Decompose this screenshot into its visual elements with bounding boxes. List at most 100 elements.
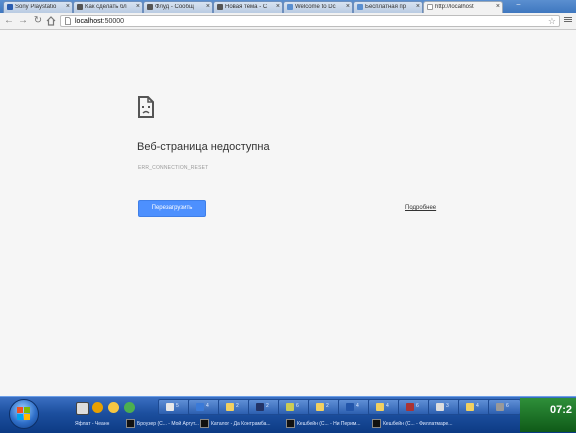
cmd-window-icon (200, 419, 209, 429)
taskbar-group-button[interactable]: 6 (488, 399, 521, 415)
taskbar-window-item[interactable]: Броузер (С... - Мой Аргут... (126, 418, 199, 430)
app-icon (256, 403, 264, 411)
taskbar-group-button[interactable]: 6 (278, 399, 311, 415)
cmd-window-icon (372, 419, 381, 429)
app-icon (436, 403, 444, 411)
bookmark-star-icon[interactable]: ☆ (548, 16, 556, 26)
tab-close-icon[interactable]: × (346, 3, 350, 11)
window-count: 5 (176, 403, 179, 409)
home-icon[interactable] (46, 16, 56, 26)
taskbar-window-label: Кешбейн (С... - Ни Перим... (297, 421, 361, 427)
tab-label: http://localhost (435, 4, 474, 10)
tab-label: Флуд - Сообщ (155, 4, 194, 10)
taskbar-group-button[interactable]: 4 (338, 399, 371, 415)
reload-icon[interactable]: ↻ (33, 16, 43, 26)
error-code: ERR_CONNECTION_RESET (138, 165, 209, 171)
taskbar-window-item[interactable]: Кешбейн (С... - Ни Перим... (286, 418, 360, 430)
start-button[interactable] (9, 399, 39, 429)
app-icon (406, 403, 414, 411)
app-icon (376, 403, 384, 411)
window-count: 4 (206, 403, 209, 409)
taskbar-window-label: Яфлат - Чеанн (75, 421, 110, 427)
app-icon (496, 403, 504, 411)
tab-favicon-icon (217, 4, 223, 10)
tab-label: Новая тема - С (225, 4, 268, 10)
window-count: 3 (446, 403, 449, 409)
taskbar-group-button[interactable]: 5 (158, 399, 191, 415)
address-bar[interactable]: localhost:50000 ☆ (60, 15, 560, 27)
taskbar-group-button[interactable]: 6 (398, 399, 431, 415)
cmd-window-icon (286, 419, 295, 429)
tab[interactable]: Бесплатная пр × (353, 1, 423, 13)
clock[interactable]: 07:2 (550, 404, 572, 416)
window-count: 4 (476, 403, 479, 409)
window-count: 4 (386, 403, 389, 409)
app-icon (286, 403, 294, 411)
taskbar-window-label: Броузер (С... - Мой Аргут... (137, 421, 199, 427)
tab-close-icon[interactable]: × (496, 3, 500, 11)
tab[interactable]: Sony Playstatio × (3, 1, 73, 13)
window-count: 6 (506, 403, 509, 409)
taskbar-group-button[interactable]: 4 (188, 399, 221, 415)
quicklaunch-folder-icon[interactable] (92, 402, 103, 413)
window-count: 2 (326, 403, 329, 409)
taskbar-group-button[interactable]: 4 (458, 399, 491, 415)
quicklaunch-media-icon[interactable] (108, 402, 119, 413)
tab[interactable]: Новая тема - С × (213, 1, 283, 13)
app-icon (226, 403, 234, 411)
tab-favicon-icon (77, 4, 83, 10)
details-link[interactable]: Подробнее (405, 205, 436, 211)
tab-close-icon[interactable]: × (416, 3, 420, 11)
window-count: 2 (236, 403, 239, 409)
forward-arrow-icon[interactable]: → (18, 16, 28, 26)
tab-label: Бесплатная пр (365, 4, 407, 10)
cmd-window-icon (126, 419, 135, 429)
tab-favicon-icon (7, 4, 13, 10)
window-count: 6 (296, 403, 299, 409)
window-count: 4 (356, 403, 359, 409)
app-icon (346, 403, 354, 411)
taskbar-group-button[interactable]: 2 (218, 399, 251, 415)
tab-close-icon[interactable]: × (136, 3, 140, 11)
window-count: 6 (416, 403, 419, 409)
taskbar-window-item[interactable]: Кешбейн (С... - Филлатмаре... (372, 418, 452, 430)
taskbar-window-label: Каталог - Да Контрамба... (211, 421, 271, 427)
tab[interactable]: Флуд - Сообщ × (143, 1, 213, 13)
taskbar-group-button[interactable]: 2 (248, 399, 281, 415)
quicklaunch-app-icon[interactable] (76, 402, 89, 415)
tab-label: Welcome to Dc (295, 4, 336, 10)
tab-close-icon[interactable]: × (66, 3, 70, 11)
browser-toolbar: ← → ↻ localhost:50000 ☆ (0, 13, 576, 30)
tab-favicon-icon (427, 4, 433, 10)
tab-label: Как сделать бл (85, 4, 127, 10)
taskbar-window-item[interactable]: Каталог - Да Контрамба... (200, 418, 271, 430)
app-icon (196, 403, 204, 411)
quicklaunch-chrome-icon[interactable] (124, 402, 135, 413)
page-icon (65, 17, 71, 25)
taskbar-group-button[interactable]: 4 (368, 399, 401, 415)
app-icon (316, 403, 324, 411)
windows-logo-icon (17, 407, 31, 421)
window-count: 2 (266, 403, 269, 409)
taskbar-window-label: Кешбейн (С... - Филлатмаре... (383, 421, 453, 427)
back-arrow-icon[interactable]: ← (4, 16, 14, 26)
tab-strip: Sony Playstatio × Как сделать бл × Флуд - Со… (0, 0, 576, 13)
tab-favicon-icon (357, 4, 363, 10)
system-tray: 07:2 (520, 398, 576, 432)
minimize-icon[interactable]: – (512, 1, 525, 10)
menu-icon[interactable] (564, 16, 572, 26)
taskbar-group-button[interactable]: 3 (428, 399, 461, 415)
taskbar-group-button[interactable]: 2 (308, 399, 341, 415)
tab[interactable]: http://localhost × (423, 1, 503, 13)
tab-label: Sony Playstatio (15, 4, 57, 10)
reload-button[interactable]: Перезагрузить (138, 200, 206, 217)
tab[interactable]: Welcome to Dc × (283, 1, 353, 13)
tab-close-icon[interactable]: × (206, 3, 210, 11)
tab-favicon-icon (147, 4, 153, 10)
address-text[interactable]: localhost:50000 (75, 17, 124, 26)
taskbar-window-item[interactable]: Яфлат - Чеанн (75, 418, 109, 430)
sad-page-icon (138, 96, 154, 118)
tab[interactable]: Как сделать бл × (73, 1, 143, 13)
tab-close-icon[interactable]: × (276, 3, 280, 11)
error-title: Веб-страница недоступна (137, 141, 270, 153)
